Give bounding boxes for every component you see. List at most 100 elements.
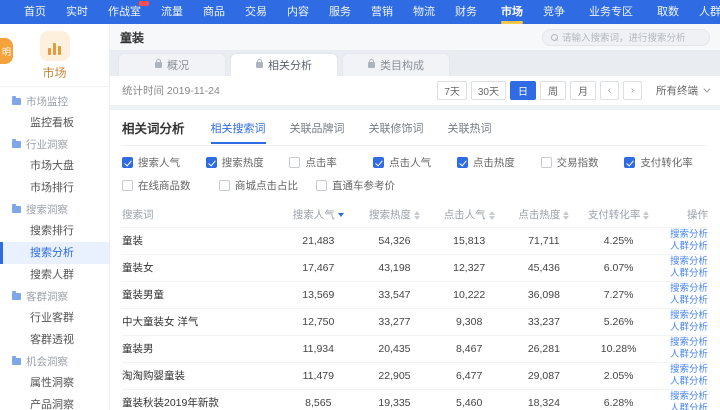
column-header-搜索人气[interactable]: 搜索人气 [280, 203, 356, 227]
column-header-支付转化率[interactable]: 支付转化率 [582, 203, 655, 227]
sort-down-icon [489, 216, 495, 220]
action-link-搜索分析[interactable]: 搜索分析 [655, 283, 708, 295]
filter-checkbox-交易指数[interactable]: 交易指数 [541, 155, 625, 170]
checkbox-icon [373, 157, 384, 168]
nav-item-营销[interactable]: 营销 [361, 0, 403, 24]
nav-item-交易[interactable]: 交易 [235, 0, 277, 24]
cell-actions: 搜索分析人群分析 [655, 281, 708, 308]
nav-item-取数[interactable]: 取数 [647, 0, 689, 24]
sidebar-section-搜索洞察[interactable]: 搜索洞察 [0, 199, 109, 220]
nav-item-物流[interactable]: 物流 [403, 0, 445, 24]
filter-checkbox-直通车参考价[interactable]: 直通车参考价 [316, 178, 413, 193]
floating-edge-tag[interactable]: 明 [0, 38, 13, 64]
nav-item-竞争[interactable]: 竞争 [533, 0, 575, 24]
action-link-人群分析[interactable]: 人群分析 [655, 322, 708, 334]
filter-checkbox-点击热度[interactable]: 点击热度 [457, 155, 541, 170]
filter-checkbox-商城点击占比[interactable]: 商城点击占比 [219, 178, 316, 193]
next-date-button[interactable]: › [623, 81, 642, 100]
action-link-人群分析[interactable]: 人群分析 [655, 241, 708, 253]
sort-up-icon [563, 211, 569, 215]
card-tab-关联修饰词[interactable]: 关联修饰词 [369, 120, 424, 144]
action-link-搜索分析[interactable]: 搜索分析 [655, 337, 708, 349]
filter-checkbox-在线商品数[interactable]: 在线商品数 [122, 178, 219, 193]
filter-checkbox-点击人气[interactable]: 点击人气 [373, 155, 457, 170]
related-words-table: 搜索词搜索人气搜索热度点击人气点击热度支付转化率操作 童装21,48354,32… [122, 203, 708, 410]
sidebar-item-属性洞察[interactable]: 属性洞察 [0, 372, 109, 394]
sidebar-item-搜索人群[interactable]: 搜索人群 [0, 264, 109, 286]
action-link-搜索分析[interactable]: 搜索分析 [655, 310, 708, 322]
granularity-button-周[interactable]: 周 [540, 81, 566, 100]
action-link-搜索分析[interactable]: 搜索分析 [655, 364, 708, 376]
sidebar-section-行业洞察[interactable]: 行业洞察 [0, 134, 109, 155]
tab-相关分析[interactable]: 相关分析 [230, 53, 338, 76]
nav-item-服务[interactable]: 服务 [319, 0, 361, 24]
sidebar-item-客群透视[interactable]: 客群透视 [0, 329, 109, 351]
granularity-button-月[interactable]: 月 [570, 81, 596, 100]
column-header-点击热度[interactable]: 点击热度 [506, 203, 582, 227]
sidebar-item-搜索分析[interactable]: 搜索分析 [0, 242, 109, 264]
range-button-30天[interactable]: 30天 [471, 81, 506, 100]
cell-value: 33,237 [506, 308, 582, 335]
sidebar-section-市场监控[interactable]: 市场监控 [0, 91, 109, 112]
prev-date-button[interactable]: ‹ [600, 81, 619, 100]
cell-value: 12,327 [433, 254, 506, 281]
tab-label: 概况 [167, 57, 189, 73]
nav-item-内容[interactable]: 内容 [277, 0, 319, 24]
sidebar-section-机会洞察[interactable]: 机会洞察 [0, 351, 109, 372]
cell-actions: 搜索分析人群分析 [655, 335, 708, 362]
column-header-搜索热度[interactable]: 搜索热度 [356, 203, 432, 227]
sidebar-item-行业客群[interactable]: 行业客群 [0, 307, 109, 329]
sidebar-item-市场排行[interactable]: 市场排行 [0, 177, 109, 199]
nav-item-首页[interactable]: 首页 [14, 0, 56, 24]
nav-item-流量[interactable]: 流量 [151, 0, 193, 24]
cell-actions: 搜索分析人群分析 [655, 308, 708, 335]
cell-value: 17,467 [280, 254, 356, 281]
range-button-7天[interactable]: 7天 [437, 81, 467, 100]
table-row: 童装男11,93420,4358,46726,28110.28%搜索分析人群分析 [122, 335, 708, 362]
cell-value: 5.26% [582, 308, 655, 335]
card-tab-关联热词[interactable]: 关联热词 [448, 120, 492, 144]
sidebar-item-市场大盘[interactable]: 市场大盘 [0, 155, 109, 177]
cell-value: 33,547 [356, 281, 432, 308]
cell-keyword: 童装 [122, 227, 280, 254]
action-link-人群分析[interactable]: 人群分析 [655, 403, 708, 410]
nav-item-作战室[interactable]: 作战室 [98, 0, 151, 24]
terminal-dropdown[interactable]: 所有终端 [656, 83, 708, 98]
action-link-搜索分析[interactable]: 搜索分析 [655, 229, 708, 241]
action-link-人群分析[interactable]: 人群分析 [655, 376, 708, 388]
tab-类目构成[interactable]: 类目构成 [342, 53, 450, 76]
action-link-搜索分析[interactable]: 搜索分析 [655, 256, 708, 268]
column-header-点击人气[interactable]: 点击人气 [433, 203, 506, 227]
filter-checkbox-搜索人气[interactable]: 搜索人气 [122, 155, 206, 170]
main-content: 童装 请输入搜索词，进行搜索分析 概况相关分析类目构成 统计时间 2019-11… [110, 24, 720, 410]
date-toolbar: 统计时间 2019-11-24 7天30天日周月‹›所有终端 [110, 76, 720, 106]
filter-checkbox-搜索热度[interactable]: 搜索热度 [206, 155, 290, 170]
nav-item-人群管理[interactable]: 人群管理 [689, 0, 720, 24]
nav-item-商品[interactable]: 商品 [193, 0, 235, 24]
card-tab-相关搜索词[interactable]: 相关搜索词 [211, 120, 266, 144]
granularity-button-日[interactable]: 日 [510, 81, 536, 100]
action-link-人群分析[interactable]: 人群分析 [655, 268, 708, 280]
tab-概况[interactable]: 概况 [118, 53, 226, 76]
nav-item-实时[interactable]: 实时 [56, 0, 98, 24]
page-header: 童装 请输入搜索词，进行搜索分析 [110, 24, 720, 50]
action-link-搜索分析[interactable]: 搜索分析 [655, 391, 708, 403]
filter-label: 交易指数 [557, 155, 599, 170]
lock-icon [368, 62, 375, 68]
cell-value: 6,477 [433, 362, 506, 389]
card-tab-关联品牌词[interactable]: 关联品牌词 [290, 120, 345, 144]
action-link-人群分析[interactable]: 人群分析 [655, 349, 708, 361]
search-input[interactable]: 请输入搜索词，进行搜索分析 [542, 29, 710, 46]
nav-item-财务[interactable]: 财务 [445, 0, 487, 24]
sidebar-item-搜索排行[interactable]: 搜索排行 [0, 220, 109, 242]
filter-checkbox-支付转化率[interactable]: 支付转化率 [624, 155, 708, 170]
filter-checkbox-点击率[interactable]: 点击率 [289, 155, 373, 170]
nav-item-市场[interactable]: 市场 [491, 0, 533, 24]
sidebar-section-客群洞察[interactable]: 客群洞察 [0, 286, 109, 307]
sidebar-item-监控看板[interactable]: 监控看板 [0, 112, 109, 134]
sidebar-item-产品洞察[interactable]: 产品洞察 [0, 394, 109, 410]
tab-label: 类目构成 [380, 57, 424, 73]
filter-label: 搜索热度 [222, 155, 264, 170]
action-link-人群分析[interactable]: 人群分析 [655, 295, 708, 307]
nav-item-业务专区[interactable]: 业务专区 [579, 0, 643, 24]
